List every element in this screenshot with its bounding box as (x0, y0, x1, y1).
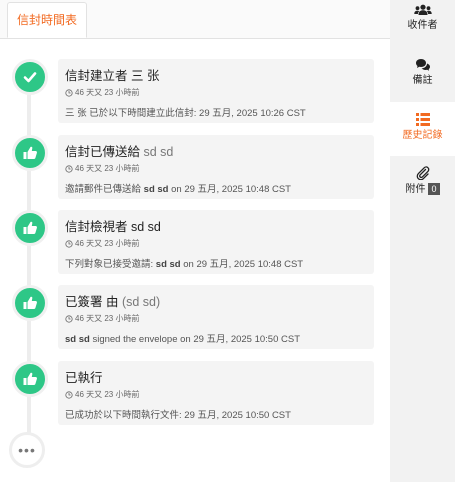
entry-description: 已成功於以下時間執行文件: 29 五月, 2025 10:50 CST (65, 407, 291, 421)
clock-icon (65, 390, 73, 399)
more-label: ••• (18, 442, 36, 458)
thumbs-up-icon (12, 210, 48, 246)
entry-title-main: 信封檢視者 sd sd (65, 220, 161, 234)
entry-time-text: 46 天又 23 小時前 (75, 314, 140, 323)
timeline-card: 信封已傳送給 sd sd 46 天又 23 小時前 邀請郵件已傳送給 sd sd… (58, 135, 374, 199)
entry-title: 已簽署 由 (sd sd) (65, 291, 160, 310)
clock-icon (65, 88, 73, 97)
timeline-card: 信封建立者 三 张 46 天又 23 小時前 三 张 已於以下時間建立此信封: … (58, 59, 374, 123)
sidebar-item-label: 備註 (412, 75, 433, 86)
thumbs-up-icon (12, 135, 48, 171)
entry-time: 46 天又 23 小時前 (65, 163, 139, 174)
entry-title-main: 已簽署 由 (65, 295, 119, 309)
clock-icon (65, 164, 73, 173)
comments-icon (415, 59, 430, 71)
timeline-card: 已簽署 由 (sd sd) 46 天又 23 小時前 sd sd signed … (58, 285, 374, 349)
entry-title-recipient: sd sd (143, 145, 174, 159)
entry-title-main: 已執行 (65, 371, 103, 385)
entry-time-text: 46 天又 23 小時前 (75, 239, 140, 248)
entry-time-text: 46 天又 23 小時前 (75, 88, 140, 97)
entry-description: sd sd signed the envelope on 29 五月, 2025… (65, 331, 300, 345)
entry-time: 46 天又 23 小時前 (65, 238, 139, 249)
tab-envelope-timeline[interactable]: 信封時間表 (7, 2, 87, 38)
sidebar-item-label: 收件者 (407, 20, 438, 31)
entry-desc-name: sd sd (155, 259, 181, 270)
entry-time-text: 46 天又 23 小時前 (75, 164, 140, 173)
entry-time: 46 天又 23 小時前 (65, 389, 139, 400)
entry-time: 46 天又 23 小時前 (65, 313, 139, 324)
entry-title-main: 信封已傳送給 (65, 145, 141, 159)
paperclip-icon (416, 166, 429, 180)
timeline-card: 已執行 46 天又 23 小時前 已成功於以下時間執行文件: 29 五月, 20… (58, 361, 374, 425)
sidebar-item-label: 附件 (405, 184, 426, 195)
entry-desc-name: sd sd (143, 184, 169, 195)
right-sidebar: 收件者 備註 歷史記錄 附件 0 (390, 0, 455, 482)
check-icon (12, 59, 48, 95)
entry-desc-text: 已成功於以下時間執行文件: 29 五月, 2025 10:50 CST (65, 410, 291, 421)
entry-description: 下列對象已接受邀請: sd sd on 29 五月, 2025 10:48 CS… (65, 256, 303, 270)
entry-desc-text: 下列對象已接受邀請: (65, 259, 154, 270)
entry-title: 信封建立者 三 张 (65, 65, 159, 84)
entry-description: 三 张 已於以下時間建立此信封: 29 五月, 2025 10:26 CST (65, 105, 306, 119)
entry-time-text: 46 天又 23 小時前 (75, 390, 140, 399)
list-icon (415, 113, 430, 126)
thumbs-up-icon (12, 285, 48, 321)
sidebar-item-history[interactable]: 歷史記錄 (390, 102, 455, 156)
entry-title: 信封已傳送給 sd sd (65, 141, 173, 160)
sidebar-item-notes[interactable]: 備註 (390, 58, 455, 88)
entry-title-signer: (sd sd) (121, 295, 161, 309)
more-button[interactable]: ••• (9, 432, 45, 468)
entry-time: 46 天又 23 小時前 (65, 87, 139, 98)
entry-desc-name: sd sd (65, 334, 90, 345)
timeline-line (27, 75, 31, 455)
entry-desc-date: on 29 五月, 2025 10:48 CST (183, 259, 304, 270)
users-icon (413, 4, 432, 15)
tab-bar: 信封時間表 (0, 0, 390, 39)
entry-desc-text: 邀請郵件已傳送給 (65, 184, 142, 195)
entry-desc-text: 三 张 已於以下時間建立此信封: 29 五月, 2025 10:26 CST (65, 108, 306, 119)
timeline-card: 信封檢視者 sd sd 46 天又 23 小時前 下列對象已接受邀請: sd s… (58, 210, 374, 274)
thumbs-up-icon (12, 361, 48, 397)
entry-title-main: 信封建立者 三 张 (65, 69, 160, 83)
clock-icon (65, 314, 73, 323)
sidebar-item-label: 歷史記錄 (402, 130, 443, 141)
entry-desc-date: on 29 五月, 2025 10:48 CST (171, 184, 291, 195)
entry-title: 已執行 (65, 367, 103, 386)
sidebar-item-attachments[interactable]: 附件 0 (390, 166, 455, 198)
attachments-count-badge: 0 (428, 183, 440, 196)
entry-description: 邀請郵件已傳送給 sd sd on 29 五月, 2025 10:48 CST (65, 181, 291, 195)
timeline-panel: 信封時間表 信封建立者 三 张 46 天又 23 小時前 三 张 已於以下時間建… (0, 0, 390, 482)
sidebar-item-recipients[interactable]: 收件者 (390, 4, 455, 34)
entry-title: 信封檢視者 sd sd (65, 216, 161, 235)
clock-icon (65, 239, 73, 248)
entry-desc-text: signed the envelope on 29 五月, 2025 10:50… (92, 334, 301, 345)
